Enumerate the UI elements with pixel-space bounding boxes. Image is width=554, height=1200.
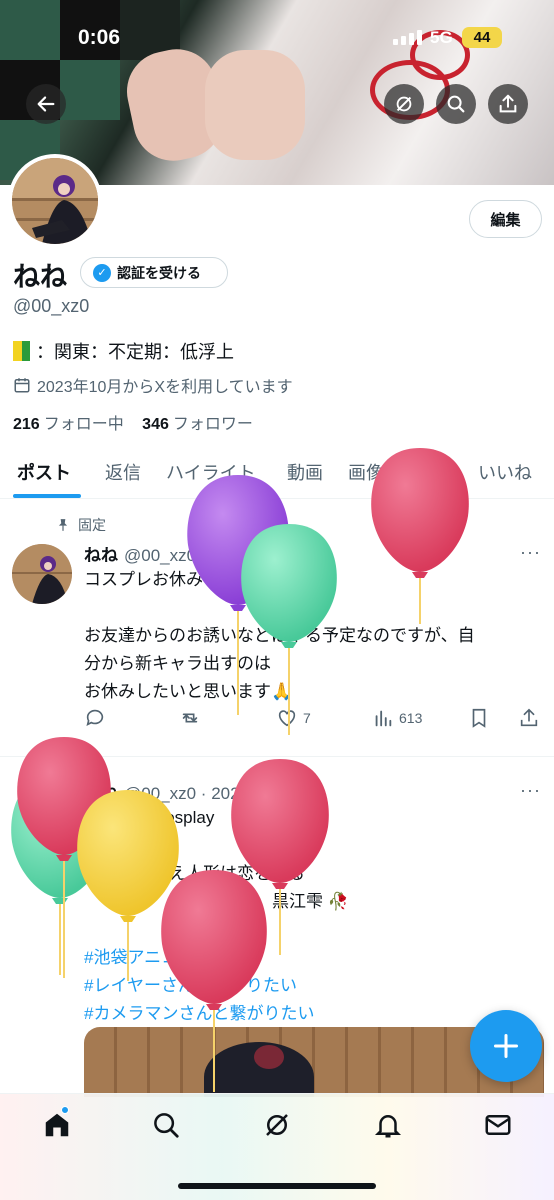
network-label: 5G (430, 28, 453, 47)
tab-images[interactable]: 画像 (348, 459, 384, 485)
pinned-label: 固定 (56, 515, 106, 535)
compose-button[interactable] (470, 1010, 542, 1082)
like-button[interactable]: 7 (276, 707, 311, 729)
post-header: ねね @00_xz0 · 2025/08/21 (84, 784, 297, 803)
follow-stats: 216 フォロー中 346 フォロワー (13, 410, 253, 434)
tab-posts[interactable]: ポスト (17, 459, 71, 485)
post-line: 黒江雫 🥀 (272, 892, 349, 911)
view-count: 613 (399, 710, 423, 726)
notification-dot (61, 1106, 69, 1114)
share-icon (520, 708, 538, 727)
edit-profile-button[interactable]: 編集 (469, 200, 542, 238)
hashtag-link[interactable]: #池袋アニコスタ (84, 944, 349, 972)
bookmark-icon (472, 708, 486, 728)
profile-bio: ：関東：不定期：低浮上 (13, 338, 234, 364)
search-icon (447, 95, 465, 113)
reply-button[interactable] (84, 707, 111, 729)
bell-icon[interactable] (373, 1110, 403, 1140)
grok-button[interactable] (384, 84, 424, 124)
signal-icon (393, 30, 422, 45)
views-button[interactable]: 613 (372, 707, 422, 729)
get-verified-button[interactable]: ✓ 認証を受ける (80, 257, 228, 288)
post-author-name[interactable]: ねね (84, 784, 118, 803)
repost-icon (182, 713, 198, 723)
like-count: 7 (303, 710, 311, 726)
arrow-left-icon (37, 96, 55, 112)
back-button[interactable] (26, 84, 66, 124)
mail-icon[interactable] (483, 1110, 513, 1140)
post-line-blank (84, 916, 349, 944)
following-label: フォロー中 (43, 416, 124, 433)
status-bar: 0:06 5G 44 (0, 22, 554, 52)
post-line-blank (84, 832, 349, 860)
post-avatar[interactable] (12, 544, 72, 604)
post-date[interactable]: 2025/06/05 (211, 546, 296, 565)
more-options-icon[interactable]: ··· (520, 780, 541, 801)
profile-tabs: ポスト 返信 ハイライト 動画 画像 記事 いいね (0, 447, 554, 499)
post-line: お友達からのお誘いなどはやる予定なのですが、自 (84, 626, 475, 645)
battery-icon: 44 (462, 27, 502, 48)
post-body[interactable]: コスプレ/cosplay その着せ替え人形は恋をする 黒江雫 🥀 #池袋アニコス… (84, 804, 349, 1028)
bookmark-button[interactable] (468, 707, 490, 729)
post-author-name[interactable]: ねね (84, 546, 118, 565)
post-line: 分から新キャラ出すのは (84, 654, 271, 673)
profile-avatar[interactable] (8, 154, 102, 248)
post-line-blank (84, 594, 475, 622)
pin-icon (58, 519, 68, 531)
verified-badge-icon: ✓ (93, 263, 111, 282)
grok-icon (396, 96, 412, 112)
heart-icon (278, 710, 296, 727)
followers-label: フォロワー (172, 416, 253, 433)
plus-icon (493, 1033, 519, 1059)
post-actions: 7 613 (84, 707, 544, 735)
post-author-handle: @00_xz0 (124, 546, 197, 565)
post-header: ねね @00_xz0 · 2025/06/05 (84, 546, 297, 565)
tab-replies[interactable]: 返信 (105, 459, 141, 485)
profile-handle: @00_xz0 (13, 296, 90, 316)
post-line: コスプレ/cosplay (84, 808, 215, 827)
post-line: お休みしたいと思います🙏 (84, 682, 293, 701)
share-button[interactable] (488, 84, 528, 124)
tab-articles[interactable]: 記事 (410, 459, 446, 485)
followers-link[interactable]: 346 フォロワー (142, 416, 253, 433)
post-line: コスプレお休みします。 (84, 570, 270, 589)
tab-videos[interactable]: 動画 (287, 459, 323, 485)
profile-name: ねね (13, 262, 67, 292)
calendar-icon (14, 378, 30, 393)
following-link[interactable]: 216 フォロー中 (13, 416, 124, 433)
share-post-button[interactable] (518, 707, 540, 729)
more-options-icon[interactable]: ··· (520, 542, 541, 563)
post-author-handle: @00_xz0 (124, 784, 197, 803)
status-time: 0:06 (78, 26, 121, 49)
post-date[interactable]: 2025/08/21 (211, 784, 296, 803)
image-rose (254, 1045, 284, 1069)
tab-likes[interactable]: いいね (478, 459, 532, 485)
beginner-mark-icon (13, 341, 30, 361)
pinned-text: 固定 (78, 517, 106, 533)
active-tab-indicator (13, 494, 81, 498)
home-indicator (178, 1183, 376, 1189)
search-icon[interactable] (151, 1110, 181, 1140)
search-button[interactable] (436, 84, 476, 124)
joined-text: 2023年10月からXを利用しています (37, 379, 293, 396)
home-icon[interactable] (42, 1110, 72, 1140)
tab-highlights[interactable]: ハイライト (166, 459, 256, 485)
get-verified-label: 認証を受ける (117, 264, 201, 281)
hashtag-link[interactable]: #レイヤーさんと繋がりたい (84, 972, 349, 1000)
hashtag-link[interactable]: #カメラマンさんと繋がりたい (84, 1000, 349, 1028)
bar-chart-icon (375, 710, 392, 727)
post-line: その着せ替え人形は恋をする (84, 864, 305, 883)
post-divider (0, 756, 554, 757)
reply-icon (86, 709, 104, 726)
repost-button[interactable] (179, 707, 206, 729)
bio-text: ：関東：不定期：低浮上 (36, 342, 234, 362)
following-count: 216 (13, 416, 40, 433)
share-icon (499, 94, 517, 113)
joined-date: 2023年10月からXを利用しています (13, 373, 293, 397)
post-body[interactable]: コスプレお休みします。 お友達からのお誘いなどはやる予定なのですが、自 分から新… (84, 566, 475, 706)
followers-count: 346 (142, 416, 169, 433)
grok-icon[interactable] (262, 1110, 292, 1140)
